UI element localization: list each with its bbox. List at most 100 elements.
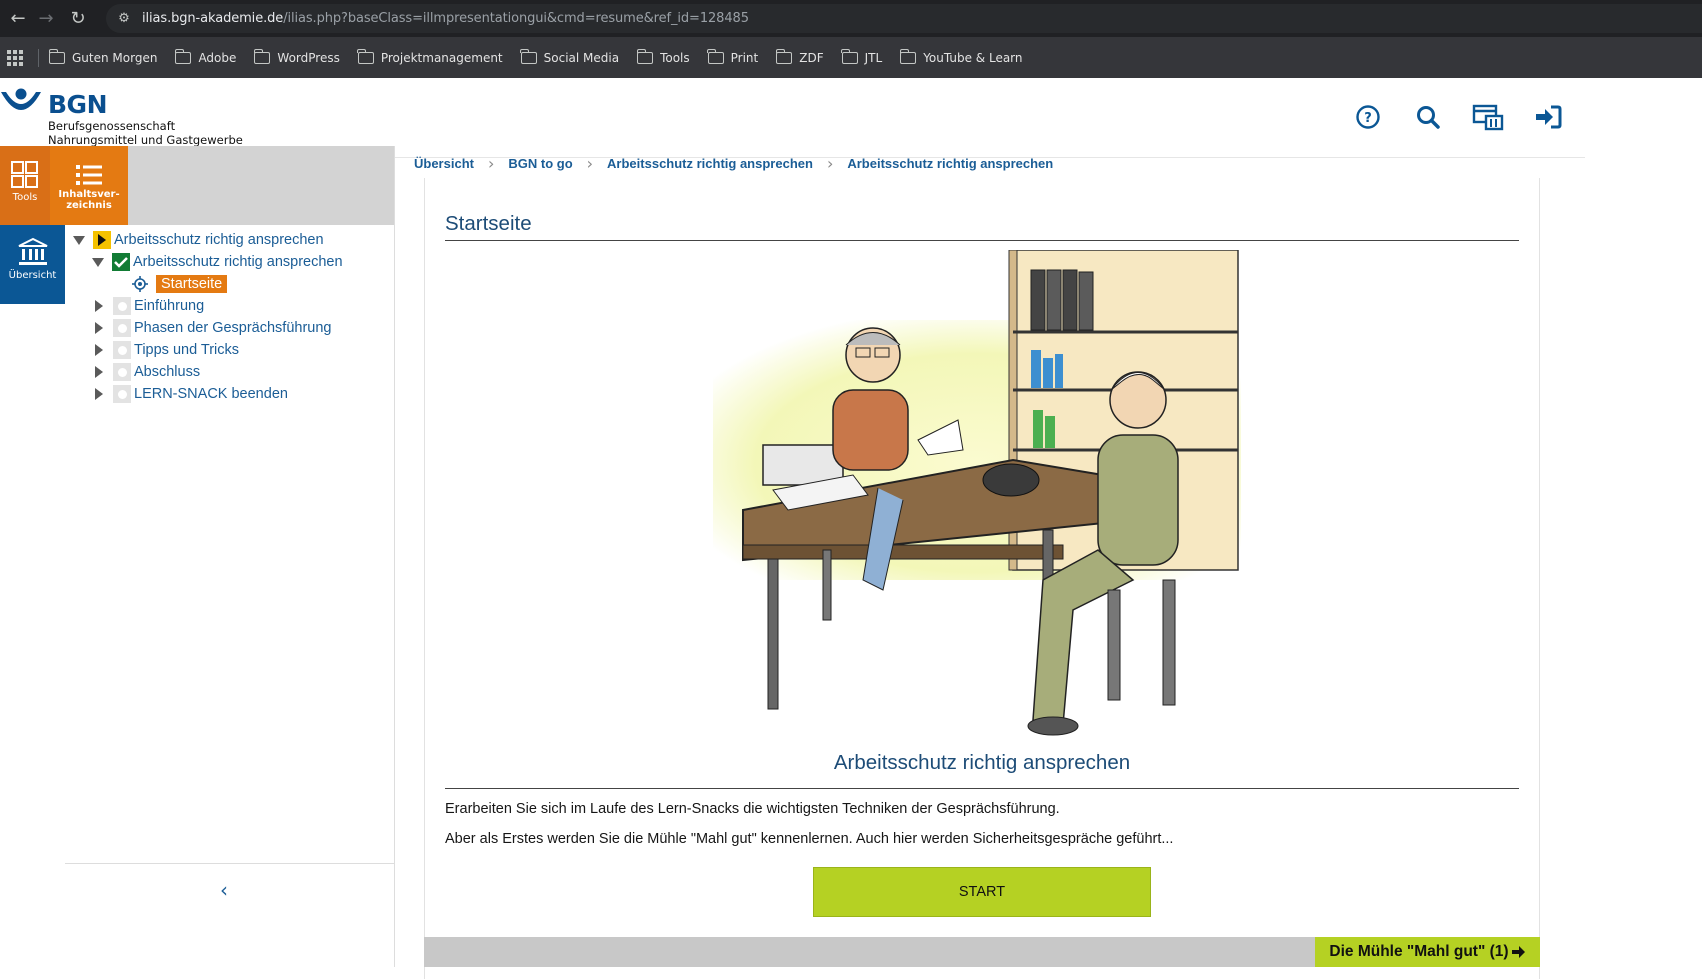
logout-icon[interactable] xyxy=(1518,98,1578,136)
tree-label: Arbeitsschutz richtig ansprechen xyxy=(114,232,324,248)
bookmark-folder[interactable]: YouTube & Learn xyxy=(899,48,1023,65)
expand-caret-icon[interactable] xyxy=(95,322,103,334)
bookmark-label: Social Media xyxy=(543,50,620,65)
bookmark-label: Tools xyxy=(660,50,690,65)
logo-subtitle-1: Berufsgenossenschaft xyxy=(48,119,176,133)
not-attempted-status-icon xyxy=(113,297,131,315)
expand-caret-icon[interactable] xyxy=(95,344,103,356)
bookmark-label: Print xyxy=(730,50,759,65)
heading-divider xyxy=(445,788,1519,789)
breadcrumb: Übersicht › BGN to go › Arbeitsschutz ri… xyxy=(414,152,1053,174)
bookmark-folder[interactable]: ZDF xyxy=(775,48,824,65)
ilias-page: BGN Berufsgenossenschaft Nahrungsmittel … xyxy=(0,78,1702,979)
bookmark-folder[interactable]: Tools xyxy=(636,48,690,65)
not-attempted-status-icon xyxy=(113,363,131,381)
folder-icon xyxy=(841,48,858,64)
collapse-caret-icon[interactable] xyxy=(92,257,104,267)
arrow-right-icon xyxy=(1511,946,1525,958)
address-bar[interactable]: ⚙ ilias.bgn-akademie.de/ilias.php?baseCl… xyxy=(106,4,1702,33)
tree-node[interactable]: Abschluss xyxy=(95,361,200,383)
mainbar-overview-button[interactable]: Übersicht xyxy=(0,225,65,304)
bookmark-label: ZDF xyxy=(799,50,824,65)
tree-node-current[interactable]: Startseite xyxy=(132,273,228,295)
bookmarks-bar: Guten Morgen Adobe WordPress Projektmana… xyxy=(0,37,1702,78)
folder-icon xyxy=(357,48,374,64)
content-heading: Arbeitsschutz richtig ansprechen xyxy=(833,751,1131,774)
tree-label: Phasen der Gesprächsführung xyxy=(134,320,332,336)
not-attempted-status-icon xyxy=(113,319,131,337)
expand-caret-icon[interactable] xyxy=(95,300,103,312)
tree-node[interactable]: Phasen der Gesprächsführung xyxy=(95,317,332,339)
toc-label-line1: Inhaltsver- xyxy=(58,189,120,200)
breadcrumb-item[interactable]: Arbeitsschutz richtig ansprechen xyxy=(607,156,813,171)
expand-caret-icon[interactable] xyxy=(95,366,103,378)
slate-divider xyxy=(394,146,395,967)
folder-icon xyxy=(48,48,65,64)
tree-node[interactable]: Tipps und Tricks xyxy=(95,339,239,361)
forward-icon[interactable]: → xyxy=(28,0,64,37)
expand-caret-icon[interactable] xyxy=(95,388,103,400)
folder-icon xyxy=(636,48,654,64)
intro-paragraph-1: Erarbeiten Sie sich im Laufe des Lern-Sn… xyxy=(445,801,1060,817)
tree-label: Tipps und Tricks xyxy=(134,342,240,358)
bookmark-folder[interactable]: WordPress xyxy=(253,48,340,65)
bookmark-folder[interactable]: Projektmanagement xyxy=(357,48,503,65)
mainbar-toc-button[interactable]: Inhaltsver- zeichnis xyxy=(50,146,128,225)
next-page-label: Die Mühle "Mahl gut" (1) xyxy=(1329,943,1509,960)
tree-node-chapter[interactable]: Arbeitsschutz richtig ansprechen xyxy=(92,251,343,273)
overview-label: Übersicht xyxy=(8,270,57,281)
breadcrumb-item[interactable]: Arbeitsschutz richtig ansprechen xyxy=(847,156,1053,171)
institution-icon xyxy=(18,237,47,265)
bookmark-label: WordPress xyxy=(277,50,340,65)
current-page-label: Startseite xyxy=(156,275,228,293)
url-text[interactable]: ilias.bgn-akademie.de/ilias.php?baseClas… xyxy=(142,11,749,26)
collapse-caret-icon[interactable] xyxy=(73,235,85,245)
tools-grid-icon xyxy=(11,161,38,188)
search-icon[interactable] xyxy=(1398,98,1458,136)
bgn-logo-mark xyxy=(1,88,41,110)
bookmark-folder[interactable]: Adobe xyxy=(174,48,237,65)
svg-text:?: ? xyxy=(1364,111,1372,126)
mainbar-tools-button[interactable]: Tools xyxy=(0,146,50,225)
meta-bar: ? xyxy=(1338,98,1578,136)
collapse-slate-icon[interactable]: ‹ xyxy=(220,878,228,902)
tools-label: Tools xyxy=(12,192,38,203)
bookmark-label: Adobe xyxy=(198,50,237,65)
breadcrumb-item[interactable]: BGN to go xyxy=(508,156,572,171)
bookmarks-divider xyxy=(38,48,39,67)
apps-grid-icon[interactable] xyxy=(4,47,26,69)
bookmark-folder[interactable]: Social Media xyxy=(520,48,620,65)
notification-center-icon[interactable] xyxy=(1458,98,1518,136)
folder-icon xyxy=(174,48,192,64)
bookmark-folder[interactable]: Guten Morgen xyxy=(48,48,157,65)
tree-node-root[interactable]: Arbeitsschutz richtig ansprechen xyxy=(73,229,324,251)
next-page-link[interactable]: Die Mühle "Mahl gut" (1) xyxy=(1315,937,1540,967)
tree-node[interactable]: LERN-SNACK beenden xyxy=(95,383,288,405)
breadcrumb-item[interactable]: Übersicht xyxy=(414,156,474,171)
tree-label: Abschluss xyxy=(134,364,201,380)
reload-icon[interactable]: ↻ xyxy=(60,0,96,37)
title-divider xyxy=(445,240,1519,241)
not-attempted-status-icon xyxy=(113,341,131,359)
browser-toolbar: ← → ↻ ⚙ ilias.bgn-akademie.de/ilias.php?… xyxy=(0,0,1702,37)
bookmark-folder[interactable]: Print xyxy=(707,48,759,65)
folder-icon xyxy=(253,48,271,64)
list-icon xyxy=(76,165,102,185)
toc-label-line2: zeichnis xyxy=(66,200,112,211)
chevron-right-icon: › xyxy=(586,153,594,173)
tree-label: LERN-SNACK beenden xyxy=(134,386,288,402)
folder-icon xyxy=(899,48,917,64)
site-settings-icon[interactable]: ⚙ xyxy=(106,11,142,26)
bookmark-label: JTL xyxy=(864,50,883,65)
bookmark-folder[interactable]: JTL xyxy=(841,48,883,65)
office-conversation-illustration xyxy=(713,250,1241,736)
tree-node[interactable]: Einführung xyxy=(95,295,204,317)
checkmark-status-icon xyxy=(112,253,130,271)
folder-icon xyxy=(775,48,793,64)
slate-footer-divider xyxy=(65,863,394,864)
url-path: /ilias.php?baseClass=illmpresentationgui… xyxy=(283,11,749,26)
play-status-icon xyxy=(93,231,111,249)
start-button[interactable]: START xyxy=(813,867,1151,917)
help-icon[interactable]: ? xyxy=(1338,98,1398,136)
page-title: Startseite xyxy=(445,212,532,235)
